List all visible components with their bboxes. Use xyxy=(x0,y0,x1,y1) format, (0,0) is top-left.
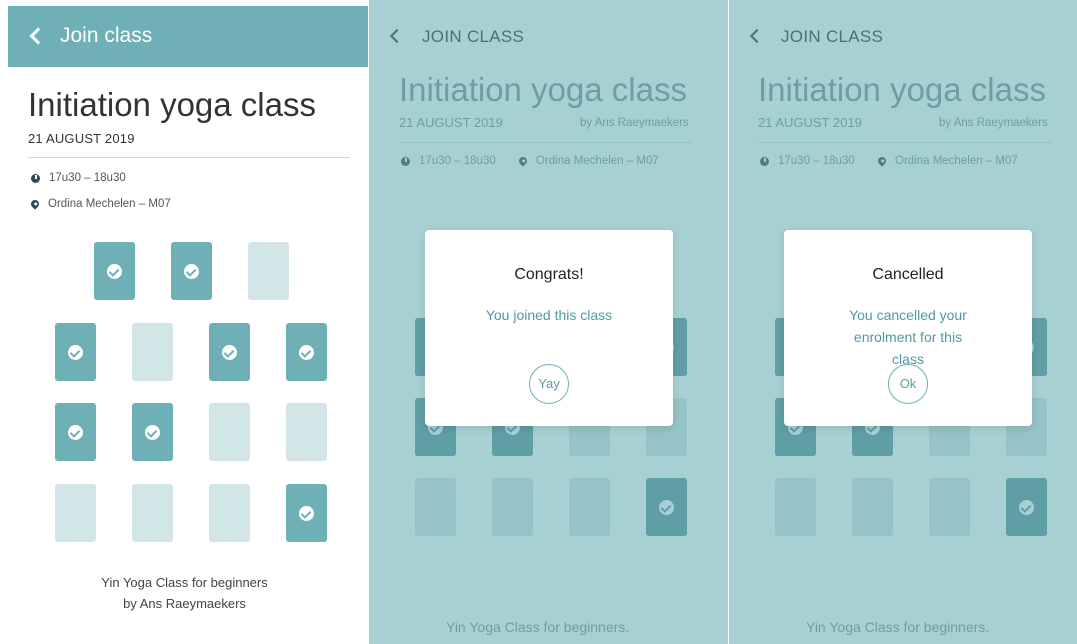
by-label: by xyxy=(123,596,137,611)
seat-free[interactable] xyxy=(209,484,250,542)
class-time-text: 17u30 – 18u30 xyxy=(49,172,126,184)
clock-icon xyxy=(31,173,40,183)
dialog-title: Cancelled xyxy=(872,266,944,283)
location-pin-icon xyxy=(517,155,529,167)
instructor-name: Ans Raeymaekers xyxy=(139,596,246,611)
class-time: 17u30 – 18u30 xyxy=(401,155,496,167)
seat-free[interactable] xyxy=(286,403,327,461)
clock-icon xyxy=(401,156,410,166)
divider xyxy=(758,142,1051,143)
checkmark-icon xyxy=(68,345,83,360)
class-location: Ordina Mechelen – M07 xyxy=(876,155,1018,167)
instructor-line: by Ans Raeymaekers xyxy=(0,593,369,614)
checkmark-icon xyxy=(299,506,314,521)
class-time: 17u30 – 18u30 xyxy=(31,172,126,184)
clock-icon xyxy=(760,156,769,166)
dialog-message: You joined this class xyxy=(485,307,613,323)
checkmark-icon xyxy=(183,264,199,279)
seat-free[interactable] xyxy=(569,478,610,536)
congrats-dialog: Congrats! You joined this class Yay xyxy=(425,230,673,426)
app-header: Join class xyxy=(8,6,369,67)
cancelled-confirmation-screen: JOIN CLASS Initiation yoga class 21 AUGU… xyxy=(729,0,1077,644)
class-location-text: Ordina Mechelen – M07 xyxy=(48,198,171,210)
seat-taken[interactable] xyxy=(170,242,212,300)
seat-taken[interactable] xyxy=(286,323,327,381)
seat-taken[interactable] xyxy=(646,478,687,536)
back-arrow-icon[interactable] xyxy=(749,28,765,44)
seat-free[interactable] xyxy=(209,403,250,461)
seat-taken[interactable] xyxy=(132,403,173,461)
class-time-text: 17u30 – 18u30 xyxy=(778,155,855,167)
class-time: 17u30 – 18u30 xyxy=(760,155,855,167)
divider xyxy=(399,142,692,143)
checkmark-icon xyxy=(222,345,237,360)
checkmark-icon xyxy=(68,425,83,440)
class-title: Initiation yoga class xyxy=(28,86,316,123)
checkmark-icon xyxy=(145,425,160,440)
header-title: JOIN CLASS xyxy=(422,27,525,46)
description-line: Yin Yoga Class for beginners xyxy=(101,575,268,590)
checkmark-icon xyxy=(659,500,674,515)
location-pin-icon xyxy=(876,155,888,167)
seat-free[interactable] xyxy=(492,478,533,536)
instructor-name: by Ans Raeymaekers xyxy=(580,117,689,129)
ok-button[interactable]: Ok xyxy=(888,364,928,404)
joined-confirmation-screen: JOIN CLASS Initiation yoga class 21 AUGU… xyxy=(369,0,729,644)
seat-taken[interactable] xyxy=(55,403,96,461)
dialog-title: Congrats! xyxy=(514,266,584,283)
checkmark-icon xyxy=(106,264,122,279)
class-title: Initiation yoga class xyxy=(399,71,687,108)
class-date: 21 AUGUST 2019 xyxy=(28,131,135,146)
checkmark-icon xyxy=(299,345,314,360)
seat-free[interactable] xyxy=(929,478,970,536)
class-location-text: Ordina Mechelen – M07 xyxy=(895,155,1018,167)
class-title: Initiation yoga class xyxy=(758,71,1046,108)
seat-taken[interactable] xyxy=(93,242,135,300)
seat-free[interactable] xyxy=(852,478,893,536)
seat-free[interactable] xyxy=(415,478,456,536)
class-description: Yin Yoga Class for beginners by Ans Raey… xyxy=(0,572,369,614)
class-time-text: 17u30 – 18u30 xyxy=(419,155,496,167)
seat-taken[interactable] xyxy=(55,323,96,381)
seat-taken[interactable] xyxy=(209,323,250,381)
class-date: 21 AUGUST 2019 xyxy=(758,115,862,130)
divider xyxy=(28,157,350,158)
yay-button[interactable]: Yay xyxy=(529,364,569,404)
class-date: 21 AUGUST 2019 xyxy=(399,115,503,130)
class-location: Ordina Mechelen – M07 xyxy=(29,198,171,210)
class-location: Ordina Mechelen – M07 xyxy=(517,155,659,167)
back-arrow-icon[interactable] xyxy=(29,27,47,45)
checkmark-icon xyxy=(1019,500,1034,515)
seat-free[interactable] xyxy=(775,478,816,536)
cancelled-dialog: Cancelled You cancelled your enrolment f… xyxy=(784,230,1032,426)
seat-taken[interactable] xyxy=(286,484,327,542)
header-title: JOIN CLASS xyxy=(781,27,884,46)
class-description: Yin Yoga Class for beginners. xyxy=(446,619,630,635)
seat-taken[interactable] xyxy=(1006,478,1047,536)
class-location-text: Ordina Mechelen – M07 xyxy=(536,155,659,167)
class-description: Yin Yoga Class for beginners. xyxy=(806,619,990,635)
instructor-name: by Ans Raeymaekers xyxy=(939,117,1048,129)
seat-free[interactable] xyxy=(247,242,289,300)
seat-free[interactable] xyxy=(132,323,173,381)
dialog-message: You cancelled your enrolment for this cl… xyxy=(849,307,967,367)
seat-free[interactable] xyxy=(55,484,96,542)
location-pin-icon xyxy=(29,198,41,210)
seat-free[interactable] xyxy=(132,484,173,542)
back-arrow-icon[interactable] xyxy=(389,28,405,44)
header-title: Join class xyxy=(60,24,153,47)
join-class-screen: Join class Initiation yoga class 21 AUGU… xyxy=(0,0,369,644)
